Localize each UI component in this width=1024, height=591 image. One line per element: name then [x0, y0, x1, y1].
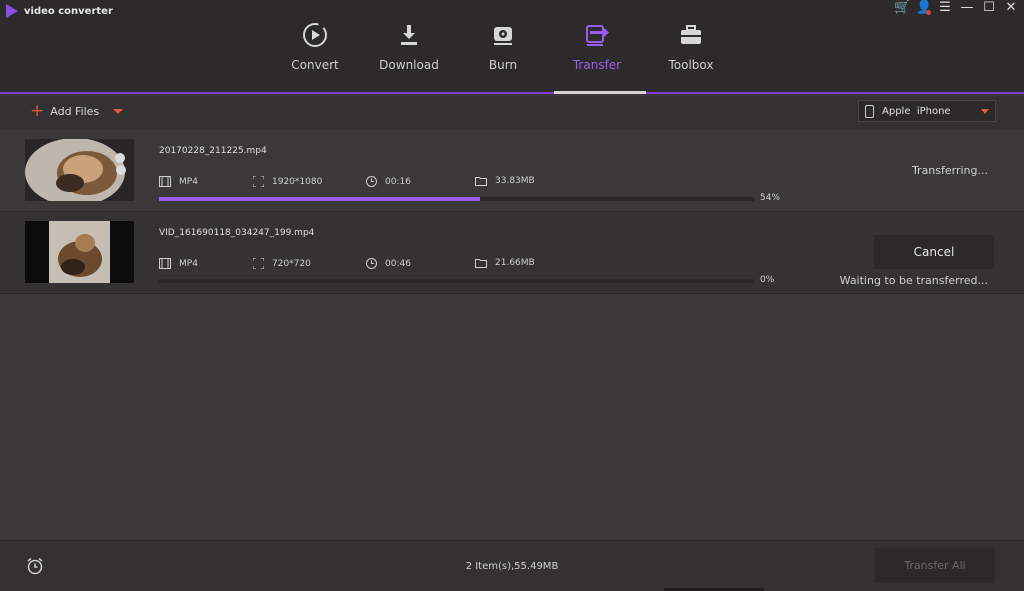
transfer-status: Transferring...: [911, 164, 988, 177]
format-meta: MP4: [159, 258, 198, 269]
video-thumbnail: [25, 139, 134, 201]
resolution-icon: [253, 176, 264, 187]
duration-meta: 00:16: [366, 176, 411, 187]
format-value: MP4: [179, 258, 198, 269]
clock-icon: [366, 176, 377, 187]
duration-value: 00:16: [385, 176, 411, 187]
progress-bar: [159, 197, 754, 201]
plus-icon: +: [30, 101, 45, 121]
bottom-bar: 2 Item(s),55.49MB Transfer All: [0, 540, 1024, 591]
tab-label: Toolbox: [668, 58, 714, 72]
duration-meta: 00:46: [366, 258, 411, 269]
format-value: MP4: [179, 176, 198, 187]
app-logo: video converter: [6, 4, 113, 18]
file-name: 20170228_211225.mp4: [159, 146, 267, 156]
clock-icon: [366, 258, 377, 269]
user-icon[interactable]: 👤: [916, 1, 932, 15]
film-icon: [159, 176, 171, 187]
items-summary: 2 Item(s),55.49MB: [465, 561, 559, 572]
progress-fill: [159, 197, 481, 201]
cancel-button[interactable]: Cancel: [874, 235, 994, 269]
logo-icon: [6, 4, 18, 18]
device-label: Apple iPhone: [882, 105, 951, 117]
app-title: video converter: [24, 5, 113, 17]
top-bar: video converter 🛒 👤 ☰ — ☐ ✕ Convert Down…: [0, 0, 1024, 94]
toolbar: + Add Files Apple iPhone: [0, 96, 1024, 130]
film-icon: [159, 258, 171, 269]
active-tab-indicator: [554, 91, 646, 94]
transfer-all-button[interactable]: Transfer All: [875, 548, 995, 583]
size-value: 21.66MB: [495, 258, 535, 268]
cart-icon[interactable]: 🛒: [894, 1, 910, 15]
phone-icon: [865, 104, 874, 118]
tab-download[interactable]: Download: [362, 20, 456, 72]
tab-label: Burn: [488, 58, 518, 72]
menu-icon[interactable]: ☰: [938, 1, 952, 15]
progress-percent: 0%: [760, 275, 775, 285]
convert-icon: [300, 20, 330, 50]
tab-label: Convert: [291, 58, 339, 72]
tab-transfer[interactable]: Transfer: [550, 20, 644, 72]
tab-label: Transfer: [572, 58, 622, 72]
tab-burn[interactable]: Burn: [456, 20, 550, 72]
folder-icon: [475, 259, 487, 268]
download-icon: [394, 20, 424, 50]
resolution-value: 720*720: [272, 258, 311, 269]
transfer-icon: [582, 20, 612, 50]
chevron-down-icon[interactable]: [113, 108, 124, 114]
file-name: VID_161690118_034247_199.mp4: [159, 228, 315, 238]
close-icon[interactable]: ✕: [1004, 1, 1018, 15]
chevron-down-icon: [981, 109, 989, 114]
main-tabs: Convert Download Burn Transfer Toolbox: [268, 20, 738, 72]
progress-bar: [159, 279, 754, 283]
resolution-value: 1920*1080: [272, 176, 323, 187]
video-thumbnail: [25, 221, 134, 283]
tab-convert[interactable]: Convert: [268, 20, 362, 72]
file-row[interactable]: 20170228_211225.mp4 MP4 1920*1080 00:16 …: [0, 130, 1024, 212]
maximize-icon[interactable]: ☐: [982, 1, 996, 15]
toolbox-icon: [676, 20, 706, 50]
format-meta: MP4: [159, 176, 198, 187]
duration-value: 00:46: [385, 258, 411, 269]
resolution-meta: 1920*1080: [253, 176, 322, 187]
size-value: 33.83MB: [495, 176, 535, 186]
folder-icon: [475, 177, 487, 186]
burn-icon: [488, 20, 518, 50]
tab-label: Download: [379, 58, 439, 72]
minimize-icon[interactable]: —: [960, 1, 974, 15]
file-row[interactable]: VID_161690118_034247_199.mp4 MP4 720*720…: [0, 212, 1024, 294]
resolution-icon: [253, 258, 264, 269]
window-controls: 🛒 👤 ☰ — ☐ ✕: [894, 1, 1018, 15]
size-meta: 33.83MB: [475, 176, 535, 186]
tab-toolbox[interactable]: Toolbox: [644, 20, 738, 72]
progress-percent: 54%: [760, 193, 781, 203]
resolution-meta: 720*720: [253, 258, 311, 269]
add-files-label: Add Files: [50, 104, 100, 118]
transfer-status: Waiting to be transferred...: [839, 274, 988, 287]
device-select[interactable]: Apple iPhone: [858, 100, 996, 122]
size-meta: 21.66MB: [475, 258, 535, 268]
add-files-button[interactable]: + Add Files: [30, 101, 124, 121]
